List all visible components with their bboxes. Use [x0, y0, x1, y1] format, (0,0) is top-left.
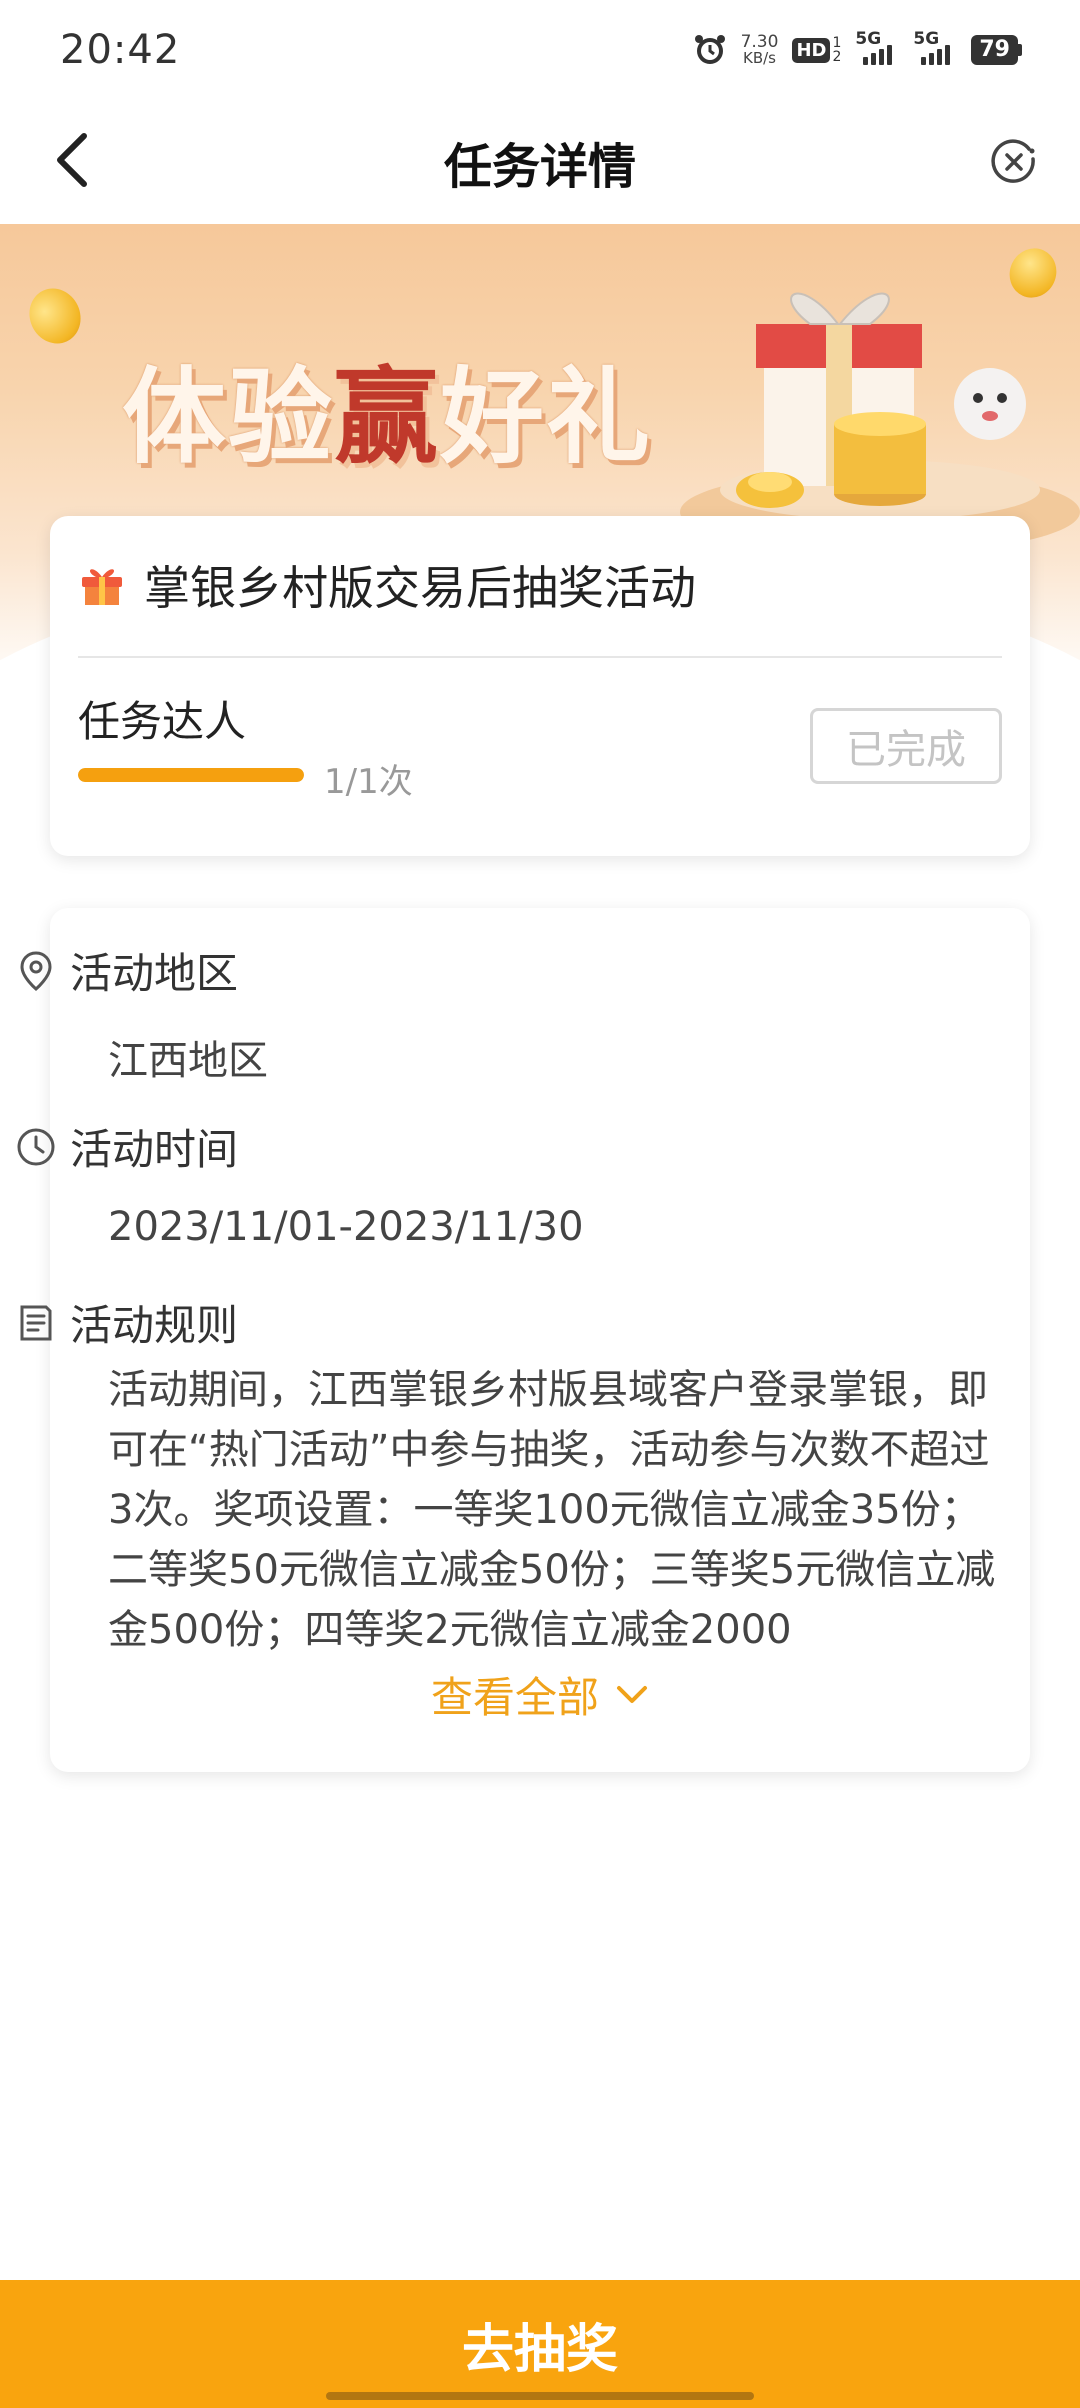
banner-title: 体验赢好礼 [122, 356, 653, 478]
status-time: 20:42 [60, 27, 181, 73]
back-button[interactable] [40, 128, 104, 192]
rules-label: 活动规则 [20, 1292, 238, 1353]
time-value: 2023/11/01-2023/11/30 [108, 1204, 584, 1250]
region-label: 活动地区 [20, 940, 238, 1001]
alarm-icon [693, 33, 727, 67]
signal-icon: 5G [855, 29, 899, 65]
completed-button[interactable]: 已完成 [810, 708, 1002, 784]
task-progress-bar [78, 768, 304, 782]
rules-text: 活动期间，江西掌银乡村版县域客户登录掌银，即可在“热门活动”中参与抽奖，活动参与… [108, 1367, 996, 1652]
status-icons: 7.30 KB/s HD 1 2 5G 5G 79 [693, 29, 1022, 67]
status-bar: 20:42 7.30 KB/s HD 1 2 5G 5G 79 [0, 0, 1080, 100]
hd-icon: HD 1 2 [792, 36, 841, 64]
view-all-label: 查看全部 [430, 1673, 599, 1722]
draw-lottery-button[interactable]: 去抽奖 [0, 2280, 1080, 2408]
task-card: 掌银乡村版交易后抽奖活动 任务达人 1/1次 已完成 [50, 516, 1030, 856]
page-title: 任务详情 [443, 139, 636, 195]
battery-icon: 79 [971, 35, 1022, 65]
close-circle-icon [991, 139, 1035, 183]
coin-decoration [20, 280, 90, 352]
chevron-left-icon [57, 133, 87, 187]
close-button[interactable] [986, 134, 1042, 190]
document-icon [20, 1305, 52, 1340]
progress-text: 1/1次 [324, 762, 413, 802]
home-indicator[interactable] [326, 2392, 754, 2400]
task-name: 掌银乡村版交易后抽奖活动 [144, 561, 696, 615]
nav-bar: 任务详情 [0, 100, 1080, 224]
task-subtitle: 任务达人 [78, 697, 247, 746]
chevron-down-icon [617, 1685, 647, 1703]
location-pin-icon [20, 950, 52, 991]
gift-box-illustration [680, 292, 1080, 554]
gift-icon [82, 569, 122, 605]
progress-fill [78, 768, 304, 782]
region-value: 江西地区 [108, 1038, 268, 1084]
time-label: 活动时间 [17, 1116, 238, 1177]
view-all-button[interactable]: 查看全部 [0, 1664, 1080, 1725]
net-speed: 7.30 KB/s [740, 32, 779, 67]
clock-icon [17, 1128, 55, 1165]
signal-icon: 5G [913, 29, 957, 65]
